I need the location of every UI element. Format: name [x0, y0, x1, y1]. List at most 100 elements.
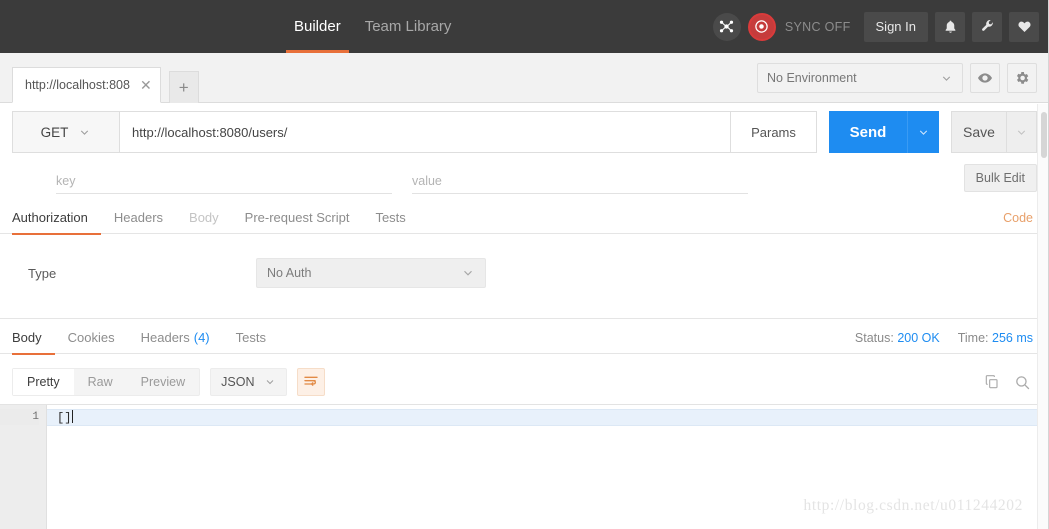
auth-type-label: Type: [28, 266, 57, 281]
eye-icon[interactable]: [970, 63, 1000, 93]
url-input-value: http://localhost:8080/users/: [132, 124, 288, 140]
format-select[interactable]: JSON: [210, 368, 288, 396]
request-tab[interactable]: http://localhost:808 ✕: [12, 67, 161, 103]
top-header-bar: Builder Team Library SYNC OFF Sign In: [0, 0, 1049, 53]
tab-tests-label: Tests: [375, 210, 406, 225]
editor-line-text: []: [57, 411, 72, 425]
tab-body[interactable]: Body: [176, 202, 232, 234]
editor-line: []: [47, 409, 1037, 426]
response-body-editor[interactable]: 1 [] http://blog.csdn.net/u011244202: [0, 404, 1037, 529]
main-nav: Builder Team Library: [282, 0, 463, 53]
view-mode-raw[interactable]: Raw: [74, 369, 127, 395]
response-tab-headers[interactable]: Headers (4): [128, 322, 223, 354]
tab-pre-request-script-label: Pre-request Script: [244, 210, 350, 225]
tab-headers-label: Headers: [113, 210, 164, 225]
save-options-caret[interactable]: [1007, 111, 1037, 153]
request-tab-strip: http://localhost:808 ✕ + No Environment: [0, 53, 1049, 103]
heart-icon[interactable]: [1009, 11, 1039, 42]
close-icon[interactable]: ✕: [140, 78, 152, 92]
nav-item-team-library-label: Team Library: [364, 18, 452, 35]
chevron-down-icon: [461, 266, 475, 280]
sync-circle-icon[interactable]: [747, 12, 776, 41]
tab-authorization-label: Authorization: [12, 210, 88, 225]
param-key-input[interactable]: [56, 168, 392, 194]
environment-controls: No Environment: [757, 63, 1037, 93]
tab-body-label: Body: [189, 210, 219, 225]
editor-gutter: 1: [0, 405, 47, 529]
network-hexagon-icon[interactable]: [712, 12, 741, 41]
view-mode-pretty[interactable]: Pretty: [13, 369, 74, 395]
response-tab-body[interactable]: Body: [12, 322, 55, 355]
view-mode-pretty-label: Pretty: [27, 375, 60, 389]
text-caret: [72, 410, 74, 423]
save-button[interactable]: Save: [951, 111, 1007, 153]
auth-type-select[interactable]: No Auth: [256, 258, 486, 288]
params-button[interactable]: Params: [731, 111, 817, 153]
response-tab-cookies[interactable]: Cookies: [55, 322, 128, 354]
request-section-tabs: Authorization Headers Body Pre-request S…: [0, 202, 1049, 235]
scrollbar-thumb[interactable]: [1041, 112, 1047, 158]
send-button[interactable]: Send: [829, 111, 907, 153]
http-method-value: GET: [40, 124, 69, 140]
sign-in-button[interactable]: Sign In: [863, 11, 928, 42]
time-label: Time:: [957, 330, 989, 345]
code-link[interactable]: Code: [1003, 211, 1037, 225]
word-wrap-icon[interactable]: [297, 368, 326, 396]
send-button-group: Send: [829, 111, 939, 153]
view-mode-raw-label: Raw: [87, 375, 113, 389]
tab-headers[interactable]: Headers: [101, 202, 176, 234]
copy-icon[interactable]: [984, 374, 1000, 390]
time-value: 256 ms: [992, 330, 1033, 345]
save-button-group: Save: [951, 111, 1037, 153]
response-view-toolbar: Pretty Raw Preview JSON: [0, 362, 1049, 402]
response-meta: Status: 200 OK Time: 256 ms: [855, 331, 1037, 345]
search-icon[interactable]: [1014, 374, 1031, 391]
request-tab-title: http://localhost:808: [25, 78, 130, 92]
response-section-tabs: Body Cookies Headers (4) Tests Status: 2…: [0, 322, 1049, 355]
tab-authorization[interactable]: Authorization: [12, 202, 101, 235]
send-options-caret[interactable]: [907, 111, 939, 153]
response-actions: [984, 374, 1037, 391]
headers-count-badge: (4): [193, 330, 210, 345]
response-tab-body-label: Body: [12, 330, 42, 345]
nav-item-builder-label: Builder: [294, 18, 341, 35]
status-group: Status: 200 OK: [855, 331, 940, 345]
response-tab-cookies-label: Cookies: [67, 330, 115, 345]
view-mode-preview-label: Preview: [140, 375, 186, 389]
chevron-down-icon: [78, 126, 91, 139]
watermark-text: http://blog.csdn.net/u011244202: [803, 497, 1023, 514]
response-tab-tests-label: Tests: [235, 330, 266, 345]
status-badge: 200 OK: [897, 330, 940, 345]
chevron-down-icon: [264, 376, 276, 388]
bell-icon[interactable]: [935, 11, 965, 42]
view-mode-preview[interactable]: Preview: [127, 369, 199, 395]
top-right-controls: SYNC OFF Sign In: [712, 0, 1039, 53]
param-value-input[interactable]: [412, 168, 748, 194]
bulk-edit-button[interactable]: Bulk Edit: [963, 164, 1037, 192]
postman-app-window: Builder Team Library SYNC OFF Sign In ht…: [0, 0, 1049, 529]
gear-icon[interactable]: [1007, 63, 1037, 93]
chevron-down-icon: [940, 72, 953, 85]
nav-item-builder[interactable]: Builder: [282, 0, 353, 53]
tab-tests[interactable]: Tests: [362, 202, 418, 234]
view-mode-segmented-control: Pretty Raw Preview: [12, 368, 201, 396]
format-select-value: JSON: [221, 375, 255, 389]
environment-select-value: No Environment: [767, 71, 857, 85]
nav-item-team-library[interactable]: Team Library: [353, 0, 464, 53]
line-number: 1: [0, 409, 39, 425]
url-input[interactable]: http://localhost:8080/users/: [120, 111, 731, 153]
tab-pre-request-script[interactable]: Pre-request Script: [232, 202, 363, 234]
sync-status-label: SYNC OFF: [784, 19, 851, 34]
authorization-pane: Type No Auth: [0, 234, 1049, 318]
add-tab-button[interactable]: +: [168, 71, 199, 103]
http-method-select[interactable]: GET: [12, 111, 120, 153]
status-label: Status:: [854, 330, 894, 345]
response-tab-tests[interactable]: Tests: [223, 322, 279, 354]
params-key-value-row: Bulk Edit: [0, 160, 1049, 200]
pane-divider: [0, 318, 1049, 319]
request-url-row: GET http://localhost:8080/users/ Params …: [0, 110, 1049, 154]
wrench-icon[interactable]: [972, 11, 1002, 42]
editor-code-area[interactable]: [] http://blog.csdn.net/u011244202: [47, 405, 1037, 529]
auth-type-value: No Auth: [267, 266, 312, 280]
environment-select[interactable]: No Environment: [757, 63, 963, 93]
